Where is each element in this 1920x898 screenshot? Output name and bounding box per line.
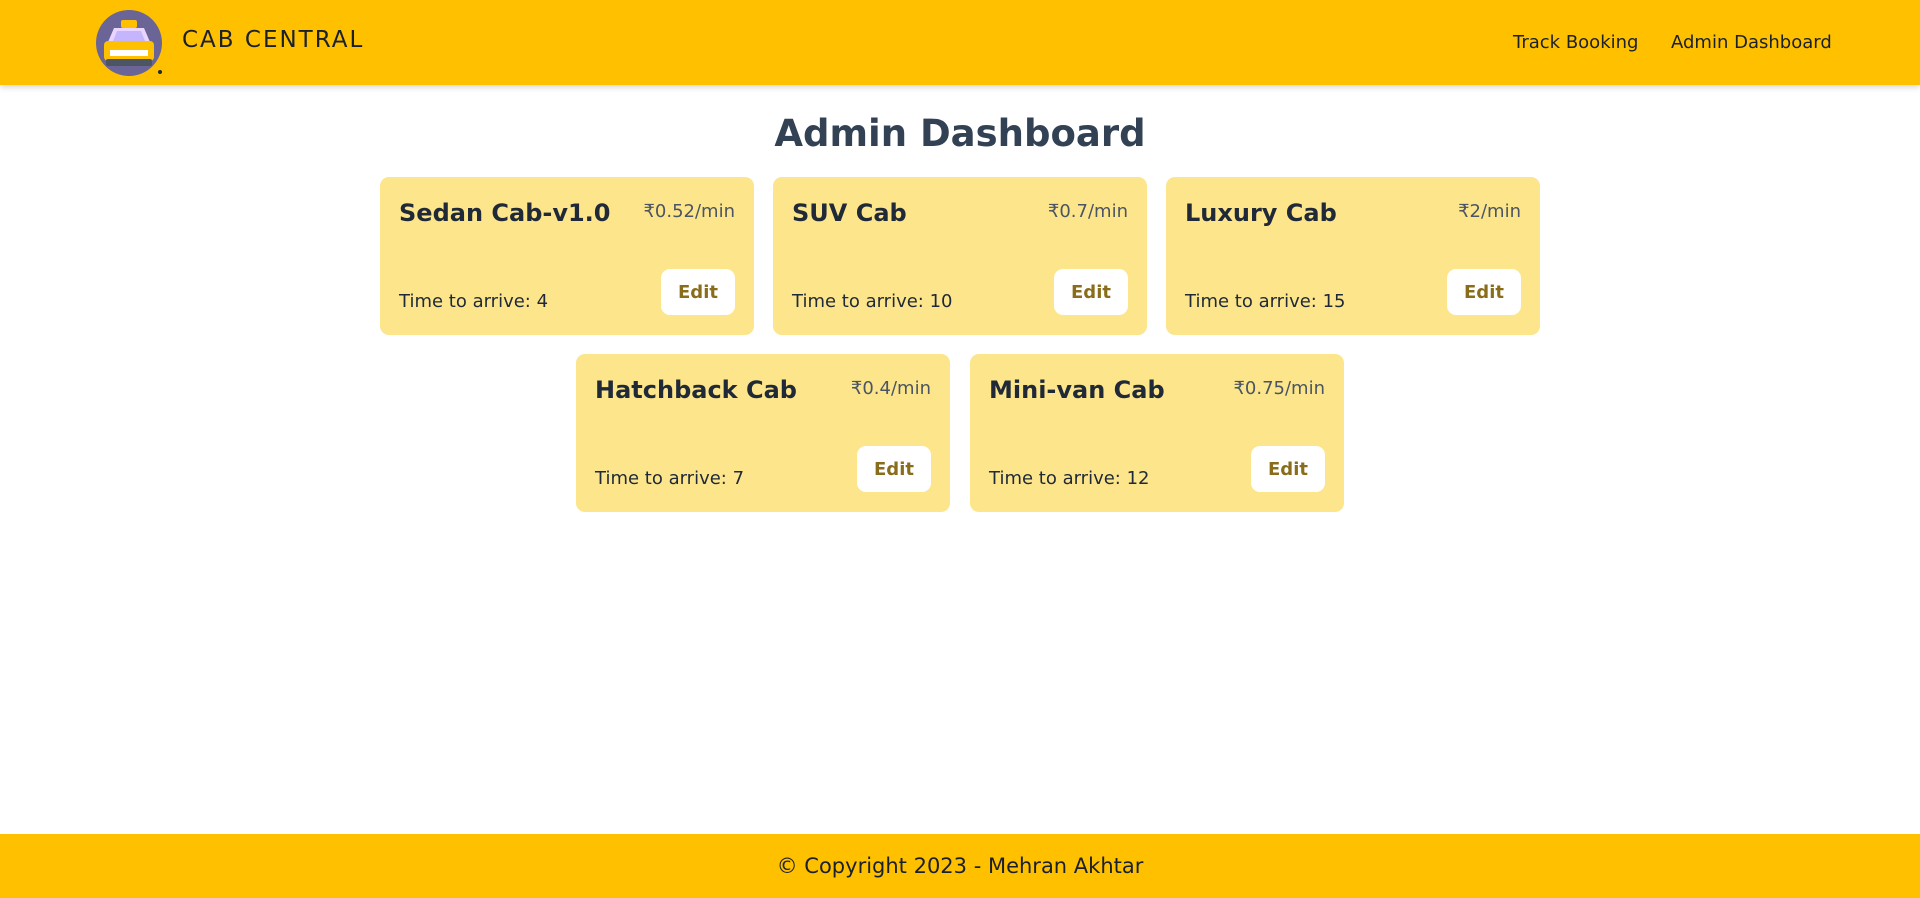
cab-name: SUV Cab [792,199,907,227]
cab-arrival-time: Time to arrive: 10 [792,291,953,312]
cab-name: Luxury Cab [1185,199,1337,227]
cab-card-luxury: Luxury Cab ₹2/min Time to arrive: 15 Edi… [1166,177,1540,335]
cab-rate: ₹0.7/min [1047,201,1128,222]
site-footer: © Copyright 2023 - Mehran Akhtar [0,834,1920,898]
nav-track-booking[interactable]: Track Booking [1513,32,1638,53]
taxi-icon[interactable] [96,8,166,78]
cab-rate: ₹0.4/min [850,378,931,399]
cab-arrival-time: Time to arrive: 4 [399,291,549,312]
edit-button[interactable]: Edit [1447,269,1521,315]
cab-name: Sedan Cab-v1.0 [399,199,611,227]
cab-arrival-time: Time to arrive: 7 [595,468,745,489]
cab-name: Mini-van Cab [989,376,1165,404]
cab-arrival-time: Time to arrive: 15 [1185,291,1346,312]
cab-name: Hatchback Cab [595,376,797,404]
cab-card-minivan: Mini-van Cab ₹0.75/min Time to arrive: 1… [970,354,1344,512]
cab-rate: ₹2/min [1458,201,1521,222]
edit-button[interactable]: Edit [857,446,931,492]
nav-admin-dashboard[interactable]: Admin Dashboard [1671,32,1832,53]
edit-button[interactable]: Edit [661,269,735,315]
cab-rate: ₹0.52/min [643,201,735,222]
cab-card-sedan: Sedan Cab-v1.0 ₹0.52/min Time to arrive:… [380,177,754,335]
copyright-text: © Copyright 2023 - Mehran Akhtar [776,854,1144,878]
cab-card-suv: SUV Cab ₹0.7/min Time to arrive: 10 Edit [773,177,1147,335]
brand-name[interactable]: CAB CENTRAL [182,27,364,53]
site-header: CAB CENTRAL Track Booking Admin Dashboar… [0,0,1920,85]
cab-rate: ₹0.75/min [1233,378,1325,399]
cab-arrival-time: Time to arrive: 12 [989,468,1150,489]
cab-card-hatchback: Hatchback Cab ₹0.4/min Time to arrive: 7… [576,354,950,512]
edit-button[interactable]: Edit [1054,269,1128,315]
page-title: Admin Dashboard [774,112,1146,155]
edit-button[interactable]: Edit [1251,446,1325,492]
